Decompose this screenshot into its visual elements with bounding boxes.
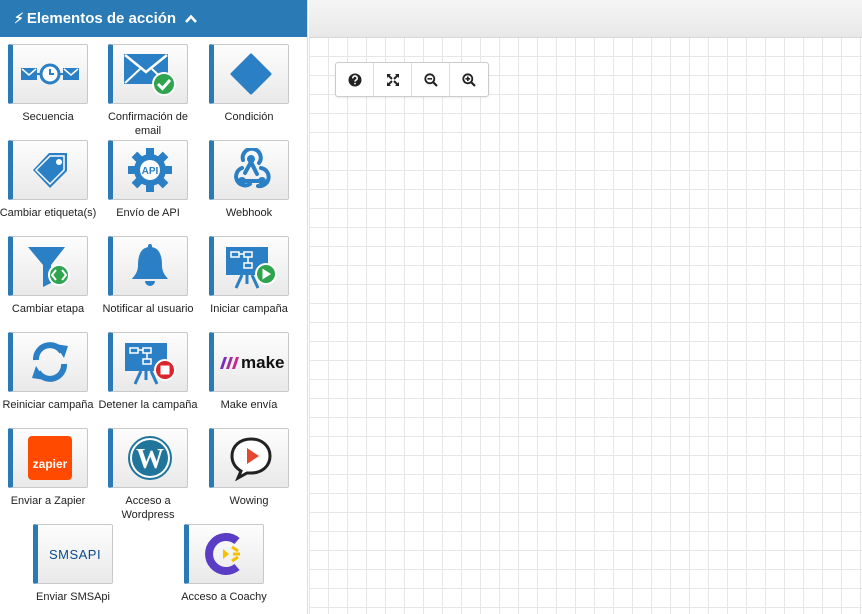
tile-label: Enviar a Zapier [10,495,86,507]
wordpress-logo: W [128,436,172,480]
restart-campaign-tile[interactable]: Reiniciar campaña [0,332,98,412]
tile-label: Enviar SMSApi [36,591,110,603]
api-send-tile[interactable]: API Envío de API [98,140,198,220]
api-gear-icon: API [128,148,172,192]
make-tile[interactable]: make Make envía [199,332,299,412]
coachy-button[interactable] [184,524,264,584]
canvas-topbar [309,0,862,38]
tile-label: Acceso a Wordpress [121,495,175,521]
sequence-icon [21,63,79,85]
start-campaign-icon [226,247,277,289]
email-confirmation-icon [124,54,176,96]
change-stage-button[interactable] [8,236,88,296]
change-stage-tile[interactable]: Cambiar etapa [0,236,98,316]
wowing-button[interactable] [209,428,289,488]
change-tag-button[interactable] [8,140,88,200]
tile-label: Secuencia [22,111,74,123]
email-confirmation-button[interactable] [108,44,188,104]
tile-label: Cambiar etiqueta(s) [0,207,97,219]
api-send-button[interactable]: API [108,140,188,200]
funnel-icon [28,247,70,287]
coachy-tile[interactable]: Acceso a Coachy [174,524,274,604]
start-campaign-tile[interactable]: Iniciar campaña [199,236,299,316]
fit-screen-button[interactable] [374,63,412,96]
zoom-in-icon [462,72,476,87]
condition-button[interactable] [209,44,289,104]
webhook-icon [234,148,271,189]
tile-label: Detener la campaña [98,399,198,411]
smsapi-button[interactable]: SMSAPI [33,524,113,584]
notify-user-tile[interactable]: Notificar al usuario [98,236,198,316]
restart-icon [32,342,68,382]
make-button[interactable]: make [209,332,289,392]
zapier-logo: zapier [28,436,72,480]
smsapi-logo: SMSAPI [49,547,101,562]
tile-label: Condición [224,111,274,123]
tile-label: Envío de API [116,207,180,219]
fit-screen-icon [386,73,399,86]
zoom-out-button[interactable] [412,63,450,96]
condition-diamond-icon [230,53,272,95]
svg-text:make: make [241,353,284,372]
zoom-out-icon [423,72,438,87]
help-button[interactable] [336,63,374,96]
zapier-tile[interactable]: zapier Enviar a Zapier [0,428,98,508]
tile-label: Webhook [225,207,273,219]
tag-icon [33,153,67,188]
stop-campaign-button[interactable] [108,332,188,392]
sequence-button[interactable] [8,44,88,104]
chevron-up-icon[interactable] [184,12,198,26]
tile-label: Wowing [229,495,269,507]
tile-label: Iniciar campaña [210,303,288,315]
bolt-icon: ⚡︎ [14,10,24,26]
svg-text:SMSAPI: SMSAPI [49,547,101,562]
sequence-tile[interactable]: Secuencia [0,44,98,124]
action-elements-sidebar: ⚡︎ Elementos de acción Secuencia Confirm… [0,0,308,614]
tile-label: Make envía [220,399,278,411]
svg-text:zapier: zapier [33,457,68,471]
wordpress-tile[interactable]: W Acceso a Wordpress [98,428,198,522]
help-icon [348,73,361,86]
coachy-logo [205,533,240,575]
tile-label: Cambiar etapa [11,303,85,315]
tile-label: Reiniciar campaña [2,399,94,411]
sidebar-header[interactable]: ⚡︎ Elementos de acción [0,0,307,37]
sidebar-title: Elementos de acción [26,10,177,27]
change-tag-tile[interactable]: Cambiar etiqueta(s) [0,140,98,220]
restart-campaign-button[interactable] [8,332,88,392]
wowing-tile[interactable]: Wowing [199,428,299,508]
tile-label: Notificar al usuario [102,303,194,315]
wordpress-button[interactable]: W [108,428,188,488]
bell-icon [132,244,168,286]
svg-text:API: API [142,166,159,177]
canvas-toolbar [335,62,489,97]
condition-tile[interactable]: Condición [199,44,299,124]
zapier-button[interactable]: zapier [8,428,88,488]
email-confirmation-tile[interactable]: Confirmación de email [98,44,198,138]
webhook-tile[interactable]: Webhook [199,140,299,220]
tile-label: Acceso a Coachy [181,591,267,603]
stop-campaign-tile[interactable]: Detener la campaña [98,332,198,412]
tile-label: Confirmación de email [107,111,189,137]
notify-user-button[interactable] [108,236,188,296]
stop-campaign-icon [125,343,176,385]
workflow-canvas[interactable] [309,0,862,614]
webhook-button[interactable] [209,140,289,200]
svg-text:W: W [136,444,164,475]
make-logo: make [220,353,284,372]
zoom-in-button[interactable] [450,63,488,96]
start-campaign-button[interactable] [209,236,289,296]
wowing-logo [230,437,272,481]
smsapi-tile[interactable]: SMSAPI Enviar SMSApi [23,524,123,604]
